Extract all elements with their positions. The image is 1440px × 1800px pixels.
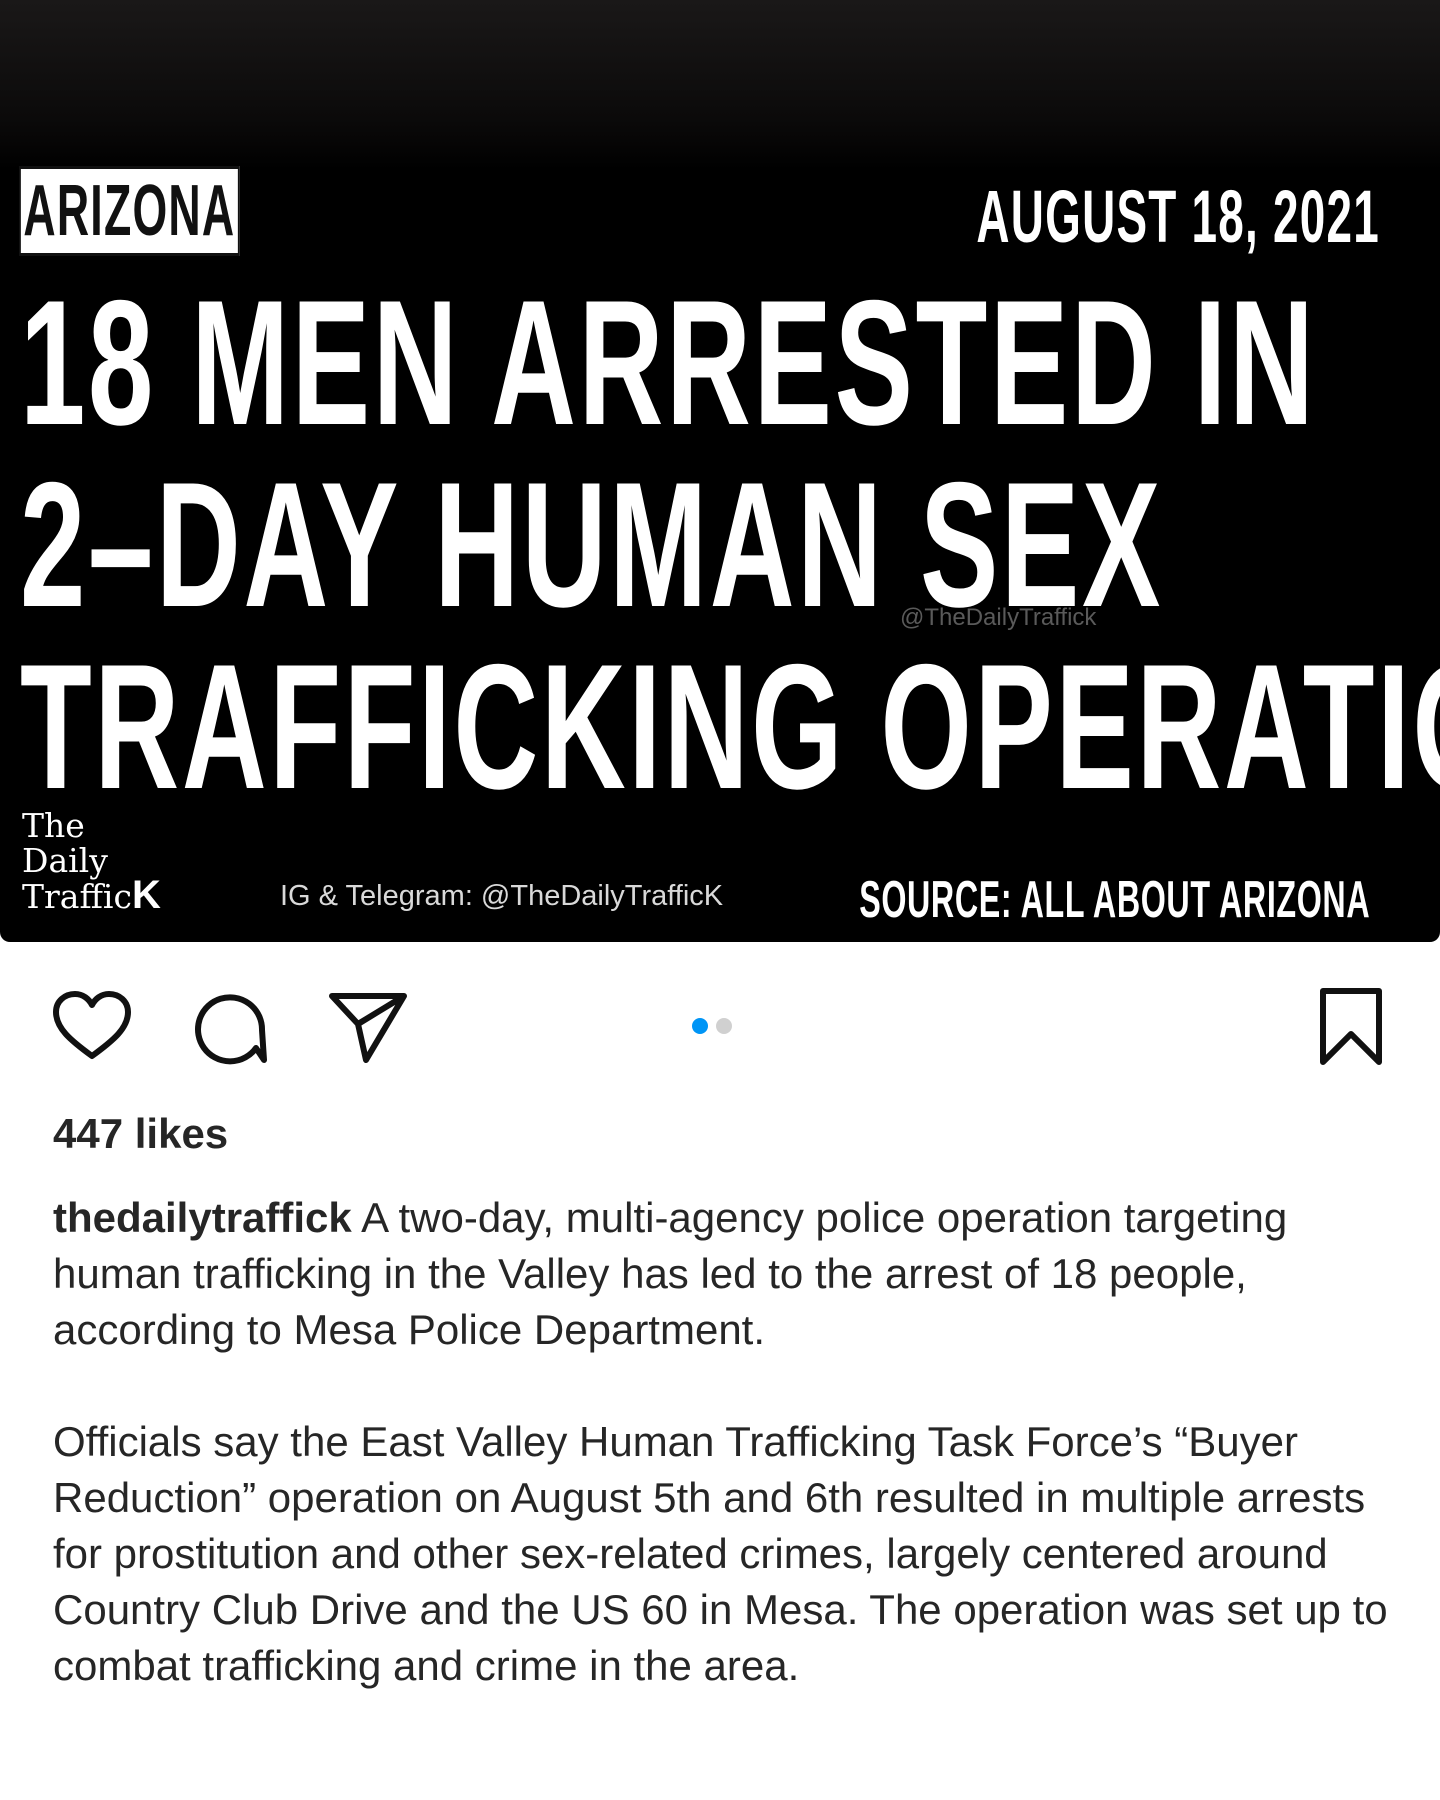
share-icon[interactable]: [328, 990, 408, 1066]
brand-k: K: [131, 873, 161, 917]
post-image[interactable]: ARIZONA AUGUST 18, 2021 18 MEN ARRESTED …: [0, 0, 1440, 942]
brand-logo: The Daily TrafficK: [22, 806, 161, 917]
source-credit: SOURCE: ALL ABOUT ARIZONA: [858, 871, 1370, 929]
carousel-indicator: [692, 1018, 740, 1039]
brand-line-3: Traffic: [22, 877, 132, 916]
post-actions-bar: [0, 980, 1440, 1080]
headline-line-1: 18 MEN ARRESTED IN: [20, 263, 1317, 462]
likes-count[interactable]: 447 likes: [53, 1110, 228, 1158]
heart-icon[interactable]: [52, 990, 132, 1062]
image-top-gradient: [0, 0, 1440, 170]
caption-paragraph-1: thedailytraffick A two-day, multi-agency…: [53, 1190, 1393, 1358]
bookmark-icon[interactable]: [1318, 986, 1384, 1068]
region-tag: ARIZONA: [19, 166, 240, 256]
watermark: @TheDailyTraffick: [900, 604, 1097, 631]
carousel-dot-active: [692, 1018, 708, 1034]
headline: 18 MEN ARRESTED IN 2–DAY HUMAN SEX TRAFF…: [20, 272, 1440, 818]
caption-paragraph-2: Officials say the East Valley Human Traf…: [53, 1418, 1388, 1689]
post-date: AUGUST 18, 2021: [976, 175, 1380, 258]
social-handle: IG & Telegram: @TheDailyTrafficK: [280, 880, 724, 912]
username-link[interactable]: thedailytraffick: [53, 1194, 352, 1241]
post-caption: thedailytraffick A two-day, multi-agency…: [53, 1190, 1393, 1750]
comment-icon[interactable]: [192, 990, 268, 1066]
headline-line-3: TRAFFICKING OPERATION: [20, 627, 1440, 826]
headline-line-2: 2–DAY HUMAN SEX: [20, 445, 1163, 644]
brand-line-1: The: [22, 806, 85, 845]
carousel-dot: [716, 1018, 732, 1034]
